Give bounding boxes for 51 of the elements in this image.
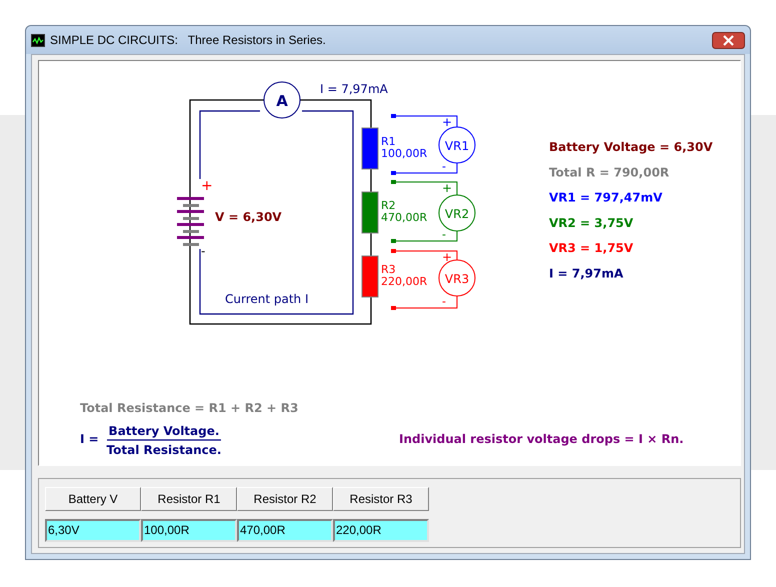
resistor-value: 100,00R [381,147,428,160]
formula-text: Individual resistor voltage drops = I × Rn. [399,432,684,446]
result-reading: VR1 = 797,47mV [549,190,662,205]
table-cell[interactable]: 470,00R [237,519,333,542]
table-cell[interactable]: 100,00R [141,519,237,542]
voltmeter-label: VR1 [444,139,470,153]
current-path-label: Current path I [225,292,309,306]
resistor-value: 470,00R [381,211,428,224]
window-title: SIMPLE DC CIRCUITS: Three Resistors in Series. [50,32,326,49]
voltmeter-label: VR2 [444,207,470,221]
polarity-sign: + [442,181,452,195]
battery-voltage-label: V = 6,30V [215,210,282,224]
close-icon[interactable] [712,32,745,48]
app-icon [31,34,45,46]
probe-wire [391,296,458,310]
result-reading: Total R = 790,00R [549,165,670,180]
probe-wire [391,230,458,243]
result-reading: I = 7,97mA [549,266,624,280]
resistor-name: R1 [381,135,396,148]
table-cell[interactable]: 6,30V [45,519,141,542]
polarity-sign: - [442,295,446,308]
column-header[interactable]: Resistor R2 [237,487,333,511]
result-reading: VR2 = 3,75V [549,216,634,230]
resistor-name: R3 [381,263,396,276]
current-reading: I = 7,97mA [320,82,388,96]
formula-text: Total Resistance = R1 + R2 + R3 [80,401,298,415]
probe-wire [391,162,458,175]
resistor-name: R2 [381,199,396,212]
probe-wire [391,249,458,260]
resistor-value: 220,00R [381,275,428,288]
polarity-sign: - [442,228,446,241]
formula-denominator: Total Resistance. [106,443,222,457]
formula-numerator: Battery Voltage. [108,424,220,438]
result-reading: Battery Voltage = 6,30V [549,140,713,154]
battery-symbol [177,197,204,246]
probe-wire [391,114,458,128]
table-cell[interactable]: 220,00R [333,519,429,542]
ammeter-label: A [276,92,288,110]
polarity-sign: - [201,244,206,258]
ammeter-symbol [264,82,300,118]
polarity-sign: + [201,178,213,194]
column-header[interactable]: Resistor R1 [141,487,237,511]
polarity-sign: + [442,115,452,129]
column-header[interactable]: Battery V [45,487,141,511]
polarity-sign: - [442,160,446,173]
voltmeter-label: VR3 [444,272,470,286]
result-reading: VR3 = 1,75V [549,241,634,256]
column-header[interactable]: Resistor R3 [333,487,429,511]
polarity-sign: + [442,250,452,264]
probe-wire [391,180,458,196]
formula-text: I = [80,432,99,446]
